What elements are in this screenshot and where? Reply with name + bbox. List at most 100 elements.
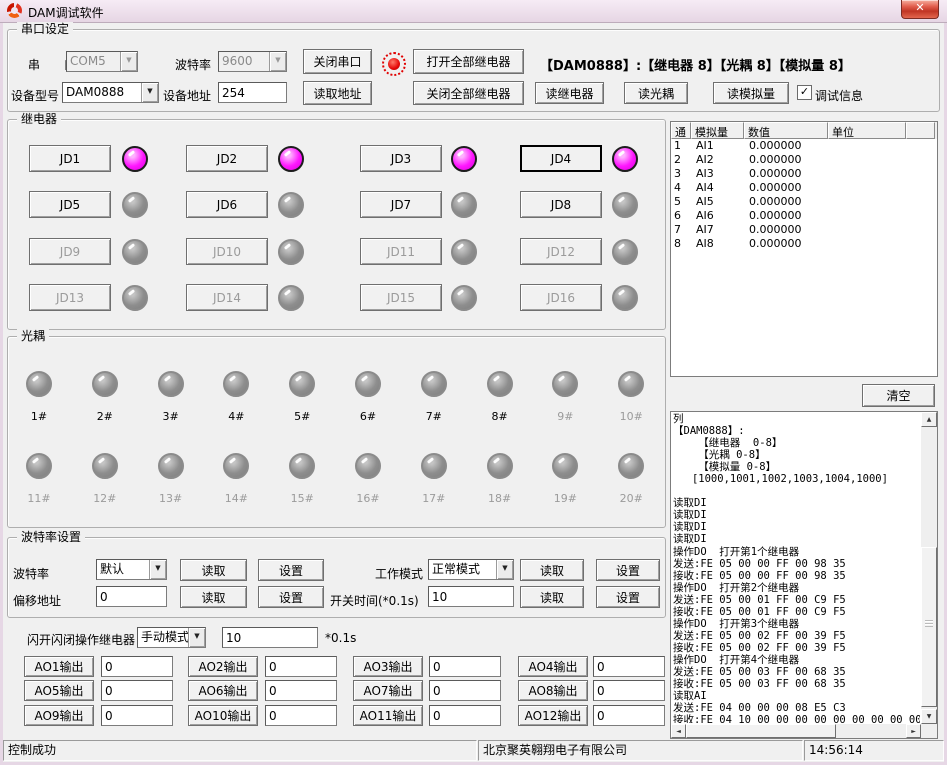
ao-button-9[interactable]: AO9输出 (24, 705, 94, 726)
relay-button-JD8[interactable]: JD8 (520, 191, 602, 218)
clear-log-button[interactable]: 清空 (862, 384, 935, 407)
close-serial-button[interactable]: 关闭串口 (303, 49, 372, 74)
work-mode-combo[interactable]: 正常模式 ▼ (428, 559, 514, 580)
opto-label-5#: 5# (282, 410, 322, 423)
offset-read-button[interactable]: 读取 (180, 586, 247, 608)
read-analog-button[interactable]: 读模拟量 (713, 82, 789, 104)
scroll-right-icon[interactable]: ► (906, 724, 921, 738)
offset-set-button[interactable]: 设置 (258, 586, 324, 608)
ao-input-9[interactable] (101, 705, 173, 726)
chevron-down-icon[interactable]: ▼ (149, 560, 166, 579)
analog-col-header[interactable] (906, 122, 935, 139)
relay-button-JD7[interactable]: JD7 (360, 191, 442, 218)
ao-input-2[interactable] (265, 656, 337, 677)
ao-button-3[interactable]: AO3输出 (353, 656, 423, 677)
ao-button-8[interactable]: AO8输出 (518, 680, 588, 701)
offset-address-input[interactable] (96, 586, 167, 607)
horizontal-scroll-thumb[interactable] (686, 724, 836, 738)
table-row[interactable]: 4AI40.000000 (671, 181, 937, 195)
ao-button-11[interactable]: AO11输出 (353, 705, 423, 726)
chevron-down-icon[interactable]: ▼ (141, 83, 158, 102)
relay-button-JD5[interactable]: JD5 (29, 191, 111, 218)
switch-time-input[interactable] (428, 586, 514, 607)
analog-table-body: 1AI10.0000002AI20.0000003AI30.0000004AI4… (671, 139, 937, 251)
baud-combo[interactable]: 9600 ▼ (218, 51, 287, 72)
analog-col-header[interactable]: 模拟量 (691, 122, 744, 139)
baudrate-set-button[interactable]: 设置 (258, 559, 324, 581)
table-row[interactable]: 2AI20.000000 (671, 153, 937, 167)
baudrate-combo[interactable]: 默认 ▼ (96, 559, 167, 580)
relay-button-JD2[interactable]: JD2 (186, 145, 268, 172)
model-combo[interactable]: DAM0888 ▼ (62, 82, 159, 103)
analog-table[interactable]: 通模拟量数值单位 1AI10.0000002AI20.0000003AI30.0… (670, 121, 938, 377)
table-cell (906, 139, 935, 153)
table-row[interactable]: 6AI60.000000 (671, 209, 937, 223)
table-row[interactable]: 5AI50.000000 (671, 195, 937, 209)
log-vertical-scrollbar[interactable]: ▲ ▼ (921, 412, 937, 724)
ao-input-6[interactable] (265, 680, 337, 701)
ao-input-10[interactable] (265, 705, 337, 726)
close-button[interactable]: ✕ (901, 0, 939, 19)
ao-button-4[interactable]: AO4输出 (518, 656, 588, 677)
analog-col-header[interactable]: 数值 (744, 122, 828, 139)
port-combo[interactable]: COM5 ▼ (66, 51, 138, 72)
ao-button-10[interactable]: AO10输出 (188, 705, 258, 726)
ao-input-4[interactable] (593, 656, 665, 677)
switch-time-set-button[interactable]: 设置 (596, 586, 660, 608)
relay-button-JD6[interactable]: JD6 (186, 191, 268, 218)
table-row[interactable]: 7AI70.000000 (671, 223, 937, 237)
analog-table-header: 通模拟量数值单位 (671, 122, 937, 139)
ao-button-6[interactable]: AO6输出 (188, 680, 258, 701)
vertical-scroll-thumb[interactable] (921, 547, 937, 707)
table-row[interactable]: 8AI80.000000 (671, 237, 937, 251)
flash-time-input[interactable] (222, 627, 318, 648)
opto-label-17#: 17# (414, 492, 454, 505)
read-address-button[interactable]: 读取地址 (303, 81, 372, 105)
ao-input-8[interactable] (593, 680, 665, 701)
relay-button-JD15: JD15 (360, 284, 442, 311)
analog-col-header[interactable]: 单位 (828, 122, 906, 139)
ao-button-5[interactable]: AO5输出 (24, 680, 94, 701)
ao-input-7[interactable] (429, 680, 501, 701)
ao-button-2[interactable]: AO2输出 (188, 656, 258, 677)
relay-button-JD16: JD16 (520, 284, 602, 311)
baudrate-read-button[interactable]: 读取 (180, 559, 247, 581)
close-all-relays-button[interactable]: 关闭全部继电器 (413, 81, 524, 105)
scroll-up-icon[interactable]: ▲ (921, 412, 937, 427)
relay-button-JD4[interactable]: JD4 (520, 145, 602, 172)
chevron-down-icon[interactable]: ▼ (120, 52, 137, 71)
ao-button-1[interactable]: AO1输出 (24, 656, 94, 677)
ao-input-12[interactable] (593, 705, 665, 726)
ao-input-3[interactable] (429, 656, 501, 677)
ao-button-12[interactable]: AO12输出 (518, 705, 588, 726)
chevron-down-icon[interactable]: ▼ (269, 52, 286, 71)
scroll-left-icon[interactable]: ◄ (671, 724, 686, 738)
work-mode-set-button[interactable]: 设置 (596, 559, 660, 581)
open-all-relays-button[interactable]: 打开全部继电器 (413, 49, 524, 74)
read-relay-button[interactable]: 读继电器 (535, 82, 604, 104)
table-row[interactable]: 1AI10.000000 (671, 139, 937, 153)
chevron-down-icon[interactable]: ▼ (188, 628, 205, 647)
opto-label-19#: 19# (545, 492, 585, 505)
work-mode-read-button[interactable]: 读取 (520, 559, 584, 581)
table-cell: 0.000000 (744, 167, 828, 181)
analog-col-header[interactable]: 通 (671, 122, 691, 139)
switch-time-read-button[interactable]: 读取 (520, 586, 584, 608)
opto-label-20#: 20# (611, 492, 651, 505)
relay-button-JD1[interactable]: JD1 (29, 145, 111, 172)
debug-checkbox[interactable]: ✓ (797, 85, 812, 100)
ao-input-11[interactable] (429, 705, 501, 726)
opto-led-18# (487, 453, 513, 479)
table-row[interactable]: 3AI30.000000 (671, 167, 937, 181)
log-horizontal-scrollbar[interactable]: ◄ ► (671, 724, 921, 738)
ao-input-1[interactable] (101, 656, 173, 677)
ao-input-5[interactable] (101, 680, 173, 701)
ao-button-7[interactable]: AO7输出 (353, 680, 423, 701)
relay-button-JD3[interactable]: JD3 (360, 145, 442, 172)
chevron-down-icon[interactable]: ▼ (496, 560, 513, 579)
table-cell: 1 (671, 139, 691, 153)
read-opto-button[interactable]: 读光耦 (624, 82, 688, 104)
device-address-input[interactable] (218, 82, 287, 103)
flash-mode-combo[interactable]: 手动模式 ▼ (137, 627, 206, 648)
scroll-down-icon[interactable]: ▼ (921, 709, 937, 724)
